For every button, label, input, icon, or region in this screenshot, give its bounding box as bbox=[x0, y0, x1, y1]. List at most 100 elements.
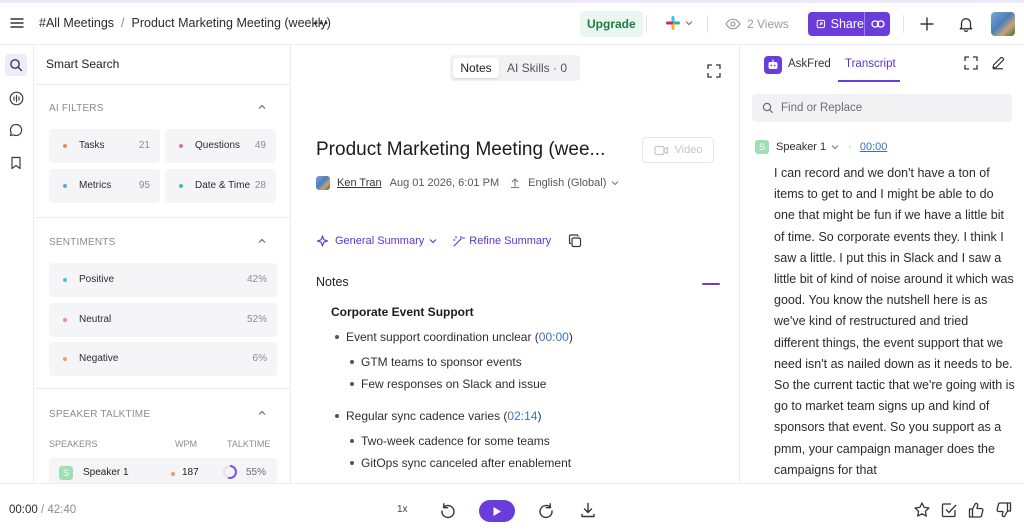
sentiment-neutral[interactable]: Neutral 52% bbox=[49, 303, 277, 337]
thumbs-up-icon[interactable] bbox=[967, 501, 985, 519]
breadcrumb-meeting-title: Product Marketing Meeting (weekly) bbox=[131, 16, 331, 30]
views-label: 2 Views bbox=[747, 17, 789, 31]
notes-tabs: Notes AI Skills · 0 bbox=[450, 55, 580, 81]
bullet-text: Regular sync cadence varies ( bbox=[346, 409, 508, 423]
fast-forward-icon[interactable] bbox=[537, 501, 555, 519]
filter-chip-count: 21 bbox=[138, 140, 150, 151]
chevron-up-icon[interactable] bbox=[257, 236, 267, 246]
fullscreen-icon[interactable] bbox=[707, 64, 721, 78]
total-time: / 42:40 bbox=[40, 504, 77, 516]
ai-filters-title: AI FILTERS bbox=[49, 103, 104, 114]
tab-notes[interactable]: Notes bbox=[453, 58, 499, 78]
video-camera-icon bbox=[653, 145, 668, 155]
chevron-down-icon[interactable] bbox=[684, 18, 694, 28]
add-icon[interactable] bbox=[916, 13, 938, 35]
share-button[interactable]: Share bbox=[808, 12, 890, 36]
timestamp-link[interactable]: 02:14 bbox=[507, 409, 537, 423]
copy-link-button[interactable] bbox=[865, 19, 890, 29]
play-button[interactable] bbox=[479, 500, 515, 522]
bell-icon[interactable] bbox=[957, 15, 975, 33]
star-icon[interactable] bbox=[913, 501, 931, 519]
filter-chip-date-time[interactable]: Date & Time 28 bbox=[165, 169, 276, 203]
link-icon bbox=[870, 20, 885, 28]
fullscreen-icon[interactable] bbox=[964, 56, 978, 70]
chevron-up-icon[interactable] bbox=[257, 102, 267, 112]
playback-speed-button[interactable]: 1x bbox=[397, 504, 408, 515]
chevron-down-icon[interactable] bbox=[428, 236, 438, 246]
top-bar: #All Meetings / Product Marketing Meetin… bbox=[0, 3, 1024, 45]
language-select[interactable]: English (Global) bbox=[528, 177, 606, 189]
upgrade-button[interactable]: Upgrade bbox=[580, 11, 643, 37]
share-icon bbox=[816, 19, 825, 29]
rail-bookmarks[interactable] bbox=[5, 152, 27, 174]
owner-name[interactable]: Ken Tran bbox=[337, 177, 382, 189]
current-time: 00:00 bbox=[9, 504, 38, 516]
color-dot bbox=[63, 184, 67, 188]
bullet-item: Regular sync cadence varies (02:14) bbox=[335, 409, 541, 423]
tab-askfred[interactable]: AskFred bbox=[788, 58, 831, 70]
upload-icon[interactable] bbox=[509, 177, 521, 189]
notes-heading: Notes bbox=[316, 275, 349, 289]
rewind-icon[interactable] bbox=[439, 501, 457, 519]
breadcrumb-separator: / bbox=[121, 16, 125, 30]
find-replace-placeholder: Find or Replace bbox=[781, 102, 863, 114]
rail-soundbites[interactable] bbox=[5, 87, 27, 109]
meeting-date: Aug 01 2026, 6:01 PM bbox=[389, 177, 500, 189]
refine-summary-button[interactable]: Refine Summary bbox=[469, 235, 551, 247]
bullet-item: Two-week cadence for some teams bbox=[350, 434, 550, 448]
video-label: Video bbox=[674, 144, 703, 156]
bullet-item: GTM teams to sponsor events bbox=[350, 355, 522, 369]
user-avatar[interactable] bbox=[991, 12, 1015, 36]
chevron-down-icon[interactable] bbox=[830, 142, 840, 152]
transcript-text: I can record and we don't have a ton of … bbox=[774, 166, 1015, 477]
tab-ai-skills[interactable]: AI Skills · 0 bbox=[507, 59, 567, 77]
filter-chip-tasks[interactable]: Tasks 21 bbox=[49, 129, 160, 163]
speaker-wpm: 187 bbox=[182, 467, 199, 478]
search-icon bbox=[10, 59, 23, 72]
hamburger-menu-icon[interactable] bbox=[9, 15, 25, 31]
filter-chip-count: 95 bbox=[138, 180, 150, 191]
edit-pencil-icon[interactable] bbox=[991, 56, 1005, 70]
bullet-text: Event support coordination unclear ( bbox=[346, 330, 539, 344]
sentiment-negative[interactable]: Negative 6% bbox=[49, 342, 277, 376]
thumbs-down-icon[interactable] bbox=[995, 501, 1013, 519]
checkbox-icon[interactable] bbox=[940, 501, 958, 519]
more-options-icon[interactable] bbox=[313, 15, 329, 31]
breadcrumb: #All Meetings / Product Marketing Meetin… bbox=[39, 16, 331, 30]
active-tab-indicator bbox=[838, 80, 900, 82]
general-summary-select[interactable]: General Summary bbox=[335, 235, 424, 247]
chevron-down-icon[interactable] bbox=[610, 178, 620, 188]
bookmark-icon bbox=[11, 156, 21, 170]
breadcrumb-workspace[interactable]: #All Meetings bbox=[39, 16, 114, 30]
views-counter[interactable]: 2 Views bbox=[725, 17, 789, 31]
bullet-text: Few responses on Slack and issue bbox=[361, 377, 547, 391]
filter-chip-count: 28 bbox=[254, 180, 266, 191]
col-wpm: WPM bbox=[175, 439, 197, 449]
sentiment-positive[interactable]: Positive 42% bbox=[49, 263, 277, 297]
owner-avatar bbox=[316, 176, 330, 190]
rail-smart-search[interactable] bbox=[5, 54, 27, 76]
sentiment-value: 6% bbox=[252, 353, 267, 364]
tab-transcript[interactable]: Transcript bbox=[845, 58, 896, 70]
timestamp-link[interactable]: 00:00 bbox=[539, 330, 569, 344]
filter-chip-metrics[interactable]: Metrics 95 bbox=[49, 169, 160, 203]
talktime-ring bbox=[223, 465, 237, 479]
color-dot bbox=[63, 144, 67, 148]
askfred-icon[interactable] bbox=[764, 56, 782, 74]
filter-chip-label: Questions bbox=[195, 140, 241, 151]
magic-wand-icon bbox=[453, 235, 466, 247]
speaker-name[interactable]: Speaker 1 bbox=[776, 141, 826, 153]
transcript-timestamp[interactable]: 00:00 bbox=[860, 141, 888, 153]
divider bbox=[35, 84, 290, 85]
download-icon[interactable] bbox=[579, 501, 597, 519]
slack-icon[interactable] bbox=[665, 15, 681, 31]
find-replace-input[interactable]: Find or Replace bbox=[752, 94, 1012, 122]
rail-comments[interactable] bbox=[5, 119, 27, 141]
filter-chip-questions[interactable]: Questions 49 bbox=[165, 129, 276, 163]
chevron-up-icon[interactable] bbox=[257, 408, 267, 418]
collapse-notes-handle[interactable] bbox=[702, 283, 720, 285]
video-button[interactable]: Video bbox=[642, 137, 714, 163]
copy-icon[interactable] bbox=[568, 234, 582, 248]
speaker-initial-badge: S bbox=[755, 140, 769, 154]
speaker-talktime-row[interactable]: S Speaker 1 187 55% bbox=[49, 458, 277, 483]
